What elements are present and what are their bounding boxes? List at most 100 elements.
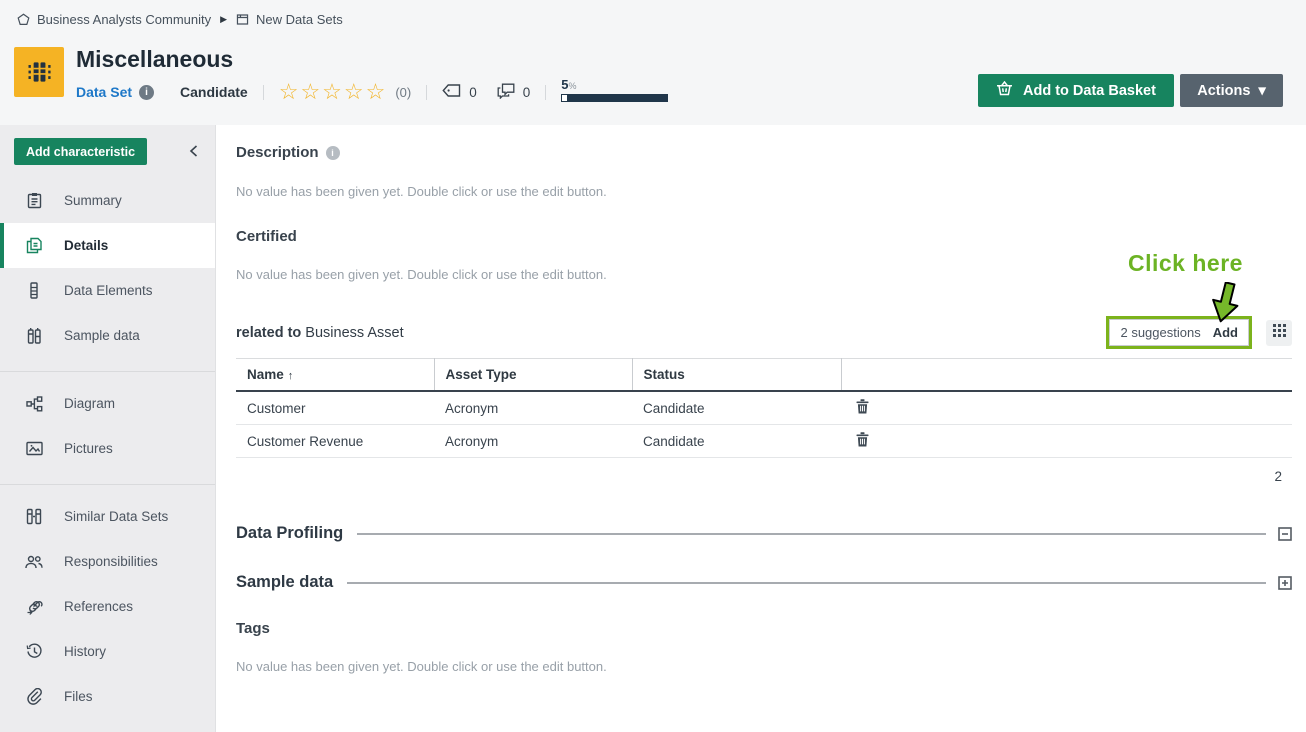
sidebar-item-label: References [64,599,133,614]
delete-row-button[interactable] [852,399,869,414]
community-icon [17,13,30,26]
table-header-row: Name↑ Asset Type Status [236,359,1292,392]
rating-count: (0) [395,85,411,100]
add-to-data-basket-button[interactable]: Add to Data Basket [978,74,1174,107]
cell-status: Candidate [632,425,841,458]
tags-counter[interactable]: 0 [442,84,477,100]
asset-meta-row: Data Set i Candidate ☆☆☆☆☆ (0) 0 0 5% [76,80,668,104]
sample-data-section: Sample data [236,573,1292,592]
clipboard-icon [25,192,43,209]
cell-name[interactable]: Customer Revenue [236,425,434,458]
link-icon [25,598,43,615]
completeness-bar-fill [562,95,567,101]
sidebar-item-history[interactable]: History [0,629,215,674]
pages-icon [25,237,43,254]
tags-section-title: Tags [236,620,1292,637]
comments-count: 0 [523,85,531,100]
data-set-icon [14,47,64,97]
column-header-status[interactable]: Status [632,359,841,392]
table-row: Customer Revenue Acronym Candidate [236,425,1292,458]
main-content: Description i No value has been given ye… [217,125,1306,732]
column-header-name[interactable]: Name↑ [236,359,434,392]
related-section-title: related to Business Asset [236,325,404,341]
tag-icon [442,84,461,100]
sidebar-item-summary[interactable]: Summary [0,178,215,223]
divider [426,85,427,100]
divider [263,85,264,100]
people-icon [25,555,43,569]
picture-icon [25,441,43,456]
table-row: Customer Acronym Candidate [236,391,1292,425]
info-icon[interactable]: i [326,146,340,160]
column-header-actions [841,359,1292,392]
actions-label: Actions [1197,83,1250,99]
sidebar-item-label: Files [64,689,93,704]
sidebar-item-label: Diagram [64,396,115,411]
description-empty-value[interactable]: No value has been given yet. Double clic… [236,184,1292,199]
sidebar-item-label: Summary [64,193,122,208]
diagram-icon [25,396,43,412]
sidebar-item-label: Sample data [64,328,140,343]
breadcrumb-community[interactable]: Business Analysts Community [37,12,211,27]
sidebar-item-files[interactable]: Files [0,674,215,719]
comments-icon [497,83,515,102]
status-label: Candidate [180,84,248,100]
column-header-asset-type[interactable]: Asset Type [434,359,632,392]
similar-columns-icon [25,508,43,525]
basket-icon [996,81,1013,100]
sort-asc-icon: ↑ [288,370,294,382]
suggestions-count-label[interactable]: 2 suggestions [1120,325,1200,340]
related-section-header: related to Business Asset 2 suggestions … [236,316,1292,349]
sample-data-title: Sample data [236,573,333,592]
sidebar-item-sample-data[interactable]: Sample data [0,313,215,358]
completeness-percent: 5% [561,78,668,93]
sidebar-item-details[interactable]: Details [0,223,215,268]
sidebar-divider [0,484,215,485]
sidebar-nav: Summary Details Data Elements Sample dat… [0,178,215,719]
delete-row-button[interactable] [852,432,869,447]
completeness-indicator: 5% [561,78,668,102]
history-clock-icon [25,643,43,660]
comments-counter[interactable]: 0 [497,83,531,102]
caret-down-icon: ▾ [1258,83,1265,99]
actions-button[interactable]: Actions ▾ [1180,74,1283,107]
paperclip-icon [25,688,43,705]
table-settings-button[interactable] [1266,320,1292,346]
breadcrumb-domain[interactable]: New Data Sets [256,12,343,27]
sidebar-item-similar-data-sets[interactable]: Similar Data Sets [0,494,215,539]
divider [545,85,546,100]
sidebar-item-diagram[interactable]: Diagram [0,381,215,426]
related-assets-table: Name↑ Asset Type Status Customer Acronym… [236,358,1292,458]
cell-status: Candidate [632,391,841,425]
sidebar-item-label: Similar Data Sets [64,509,168,524]
sidebar-item-label: Responsibilities [64,554,158,569]
sidebar-item-references[interactable]: References [0,584,215,629]
sample-table-icon [25,327,43,344]
column-icon [25,282,43,299]
cell-name[interactable]: Customer [236,391,434,425]
add-characteristic-button[interactable]: Add characteristic [14,138,147,165]
sidebar-item-label: History [64,644,106,659]
sidebar-item-data-elements[interactable]: Data Elements [0,268,215,313]
tags-count: 0 [469,85,477,100]
sidebar-item-label: Data Elements [64,283,153,298]
rating-stars[interactable]: ☆☆☆☆☆ [279,81,388,103]
expand-section-button[interactable] [1278,576,1292,590]
description-section-title: Description i [236,144,1292,161]
grid-icon [1273,324,1286,342]
sidebar-item-pictures[interactable]: Pictures [0,426,215,471]
domain-icon [236,13,249,26]
info-icon[interactable]: i [139,85,154,100]
breadcrumb-separator-icon: ▶ [220,14,227,25]
data-profiling-section: Data Profiling [236,524,1292,543]
page-header: Business Analysts Community ▶ New Data S… [0,0,1306,125]
collapse-sidebar-icon[interactable] [183,141,203,161]
section-rule [347,582,1266,584]
table-row-count: 2 [236,469,1292,484]
asset-type-link[interactable]: Data Set [76,84,132,100]
collapse-section-button[interactable] [1278,527,1292,541]
tags-empty-value[interactable]: No value has been given yet. Double clic… [236,659,1292,674]
sidebar-item-responsibilities[interactable]: Responsibilities [0,539,215,584]
completeness-bar [561,94,668,102]
annotation-arrow-icon [1200,282,1252,331]
